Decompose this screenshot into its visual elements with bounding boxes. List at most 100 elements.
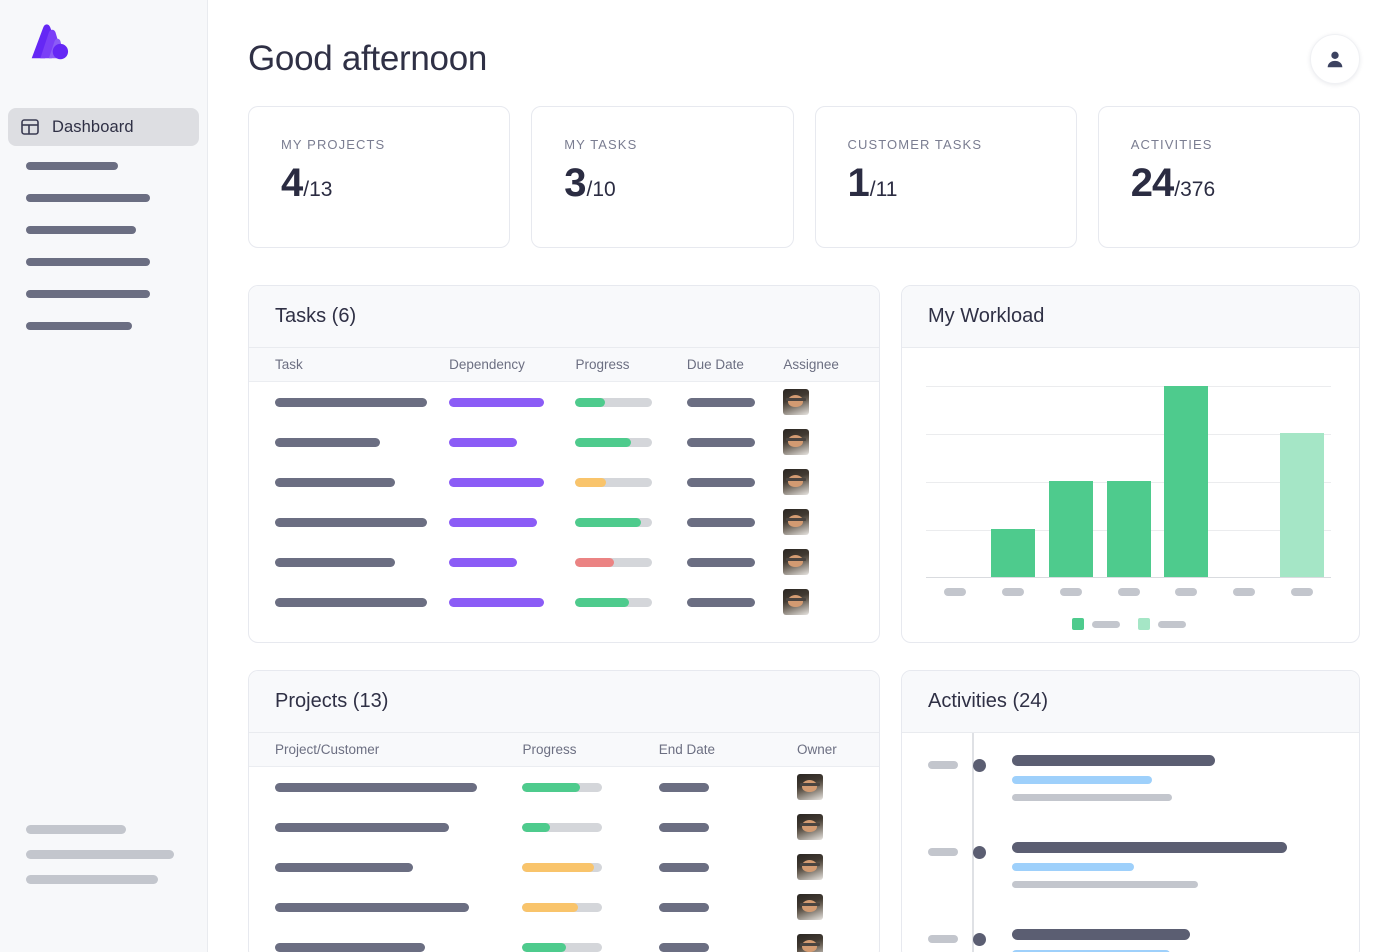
table-row[interactable] bbox=[249, 542, 879, 582]
x-tick-label bbox=[1118, 588, 1140, 596]
bar-slot[interactable] bbox=[1273, 386, 1331, 577]
table-row[interactable] bbox=[249, 582, 879, 622]
project-name-placeholder bbox=[275, 863, 413, 872]
stat-total: /11 bbox=[870, 178, 898, 202]
progress-track bbox=[522, 943, 602, 952]
end-date-placeholder bbox=[659, 943, 709, 952]
chart-bar bbox=[1049, 481, 1093, 577]
legend-swatch bbox=[1072, 618, 1084, 630]
legend-item-planned[interactable] bbox=[1138, 618, 1186, 630]
x-tick-label bbox=[1175, 588, 1197, 596]
sidebar-footer-skeleton bbox=[26, 875, 158, 884]
list-item[interactable] bbox=[928, 755, 1333, 801]
sidebar-skeleton-item bbox=[26, 322, 132, 330]
progress-fill bbox=[522, 903, 578, 912]
bar-slot bbox=[926, 386, 984, 577]
stat-label: MY TASKS bbox=[564, 137, 792, 152]
stat-card-my-projects[interactable]: MY PROJECTS 4 /13 bbox=[248, 106, 510, 248]
chart-bar bbox=[1280, 433, 1324, 577]
stat-number: 1 bbox=[848, 161, 869, 206]
x-tick-label bbox=[944, 588, 966, 596]
stat-card-activities[interactable]: ACTIVITIES 24 /376 bbox=[1098, 106, 1360, 248]
legend-item-logged[interactable] bbox=[1072, 618, 1120, 630]
legend-label-placeholder bbox=[1158, 621, 1186, 628]
bar-slot[interactable] bbox=[1100, 386, 1158, 577]
activity-subtitle-placeholder bbox=[1012, 776, 1152, 784]
column-header-dependency: Dependency bbox=[449, 357, 575, 372]
end-date-placeholder bbox=[659, 823, 709, 832]
projects-panel-header: Projects (13) bbox=[249, 671, 879, 733]
activity-time-placeholder bbox=[928, 761, 958, 769]
stat-label: ACTIVITIES bbox=[1131, 137, 1359, 152]
progress-track bbox=[575, 598, 652, 607]
progress-fill bbox=[522, 823, 550, 832]
dependency-bar bbox=[449, 518, 537, 527]
legend-label-placeholder bbox=[1092, 621, 1120, 628]
end-date-placeholder bbox=[659, 863, 709, 872]
sidebar-skeleton-item bbox=[26, 162, 118, 170]
sidebar-item-dashboard[interactable]: Dashboard bbox=[8, 108, 199, 146]
progress-track bbox=[575, 478, 652, 487]
column-header-end-date: End Date bbox=[659, 742, 797, 757]
table-row[interactable] bbox=[249, 767, 879, 807]
table-row[interactable] bbox=[249, 887, 879, 927]
activity-time-placeholder bbox=[928, 848, 958, 856]
avatar bbox=[783, 589, 809, 615]
table-row[interactable] bbox=[249, 462, 879, 502]
stat-total: /376 bbox=[1174, 178, 1215, 202]
stat-card-my-tasks[interactable]: MY TASKS 3 /10 bbox=[531, 106, 793, 248]
progress-fill bbox=[575, 478, 606, 487]
workload-chart bbox=[902, 348, 1359, 643]
list-item[interactable] bbox=[928, 842, 1333, 888]
table-row[interactable] bbox=[249, 847, 879, 887]
bar-slot[interactable] bbox=[984, 386, 1042, 577]
sidebar-nav: Dashboard bbox=[0, 86, 207, 146]
task-name-placeholder bbox=[275, 598, 427, 607]
activity-time-placeholder bbox=[928, 935, 958, 943]
progress-fill bbox=[522, 863, 594, 872]
stat-number: 24 bbox=[1131, 161, 1174, 206]
timeline-dot bbox=[973, 846, 986, 859]
timeline-dot bbox=[973, 759, 986, 772]
column-header-owner: Owner bbox=[797, 742, 853, 757]
list-item[interactable] bbox=[928, 929, 1333, 952]
dependency-bar bbox=[449, 438, 517, 447]
avatar bbox=[783, 509, 809, 535]
chart-plot-area bbox=[926, 386, 1331, 578]
user-avatar-button[interactable] bbox=[1310, 34, 1360, 84]
table-row[interactable] bbox=[249, 927, 879, 952]
column-header-progress: Progress bbox=[522, 742, 658, 757]
project-name-placeholder bbox=[275, 823, 449, 832]
activity-content bbox=[1012, 929, 1333, 952]
activity-subtitle-placeholder bbox=[1012, 863, 1134, 871]
progress-track bbox=[575, 518, 652, 527]
sidebar-footer-skeleton bbox=[26, 825, 126, 834]
table-row[interactable] bbox=[249, 382, 879, 422]
avatar bbox=[783, 549, 809, 575]
dependency-bar bbox=[449, 398, 544, 407]
progress-fill bbox=[575, 598, 629, 607]
activity-description-placeholder bbox=[1012, 881, 1198, 888]
project-name-placeholder bbox=[275, 783, 477, 792]
stat-cards: MY PROJECTS 4 /13 MY TASKS 3 /10 CUSTOME… bbox=[248, 106, 1360, 248]
task-name-placeholder bbox=[275, 478, 395, 487]
axis-baseline bbox=[926, 577, 1331, 578]
progress-track bbox=[522, 823, 602, 832]
top-bar: Good afternoon bbox=[248, 0, 1360, 104]
table-row[interactable] bbox=[249, 502, 879, 542]
bar-slot[interactable] bbox=[1157, 386, 1215, 577]
activity-title-placeholder bbox=[1012, 842, 1287, 853]
progress-fill bbox=[575, 558, 614, 567]
table-row[interactable] bbox=[249, 807, 879, 847]
stat-value: 3 /10 bbox=[564, 161, 792, 206]
person-icon bbox=[1324, 48, 1346, 70]
end-date-placeholder bbox=[659, 903, 709, 912]
due-date-placeholder bbox=[687, 598, 755, 607]
bar-slot[interactable] bbox=[1042, 386, 1100, 577]
tasks-panel: Tasks (6) Task Dependency Progress Due D… bbox=[248, 285, 880, 643]
x-tick-label bbox=[1060, 588, 1082, 596]
logo-container[interactable] bbox=[0, 0, 207, 86]
stat-card-customer-tasks[interactable]: CUSTOMER TASKS 1 /11 bbox=[815, 106, 1077, 248]
table-row[interactable] bbox=[249, 422, 879, 462]
activity-title-placeholder bbox=[1012, 755, 1215, 766]
